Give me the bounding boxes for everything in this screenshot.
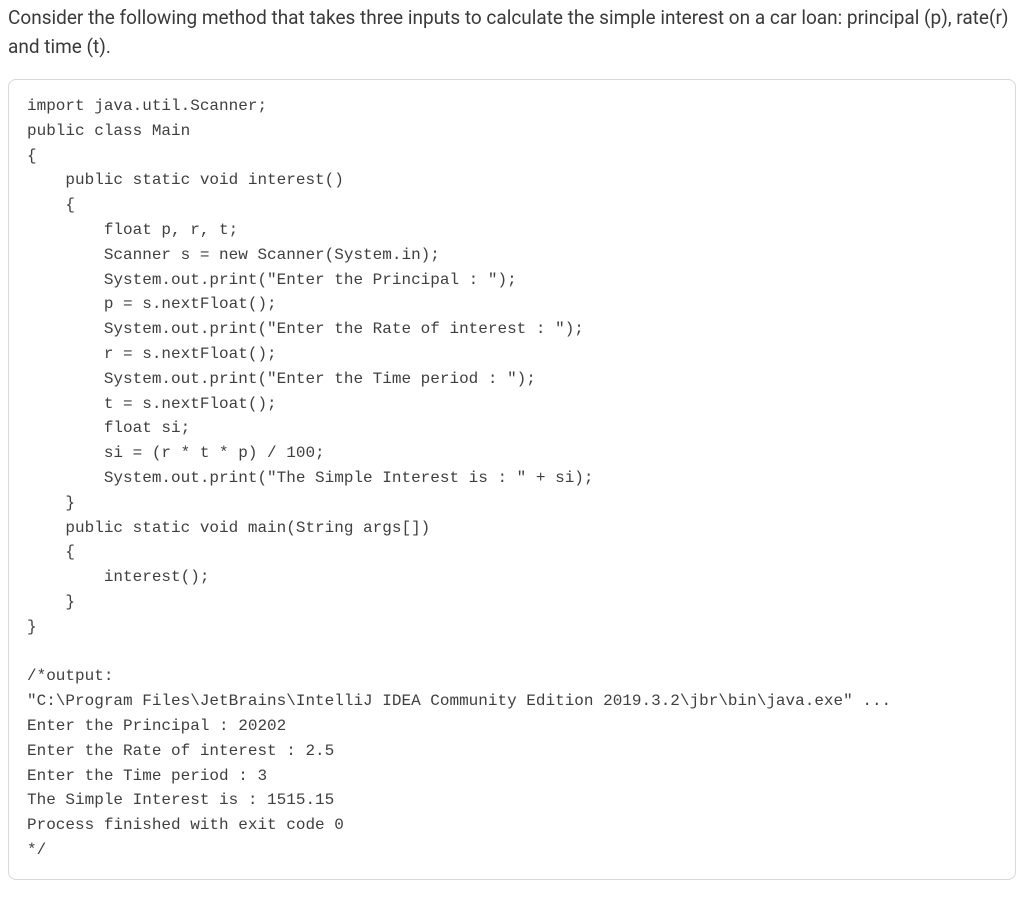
code-line: r = s.nextFloat(); <box>27 345 277 363</box>
page-content: Consider the following method that takes… <box>0 4 1024 892</box>
code-line: } <box>27 618 37 636</box>
code-line: Scanner s = new Scanner(System.in); <box>27 246 440 264</box>
code-line: */ <box>27 841 46 859</box>
code-line: } <box>27 593 75 611</box>
code-card: import java.util.Scanner; public class M… <box>8 79 1016 880</box>
code-block: import java.util.Scanner; public class M… <box>27 94 997 863</box>
code-line: System.out.print("Enter the Principal : … <box>27 271 517 289</box>
code-line: Enter the Rate of interest : 2.5 <box>27 742 334 760</box>
code-line: } <box>27 494 75 512</box>
code-line: { <box>27 543 75 561</box>
code-line: Process finished with exit code 0 <box>27 816 344 834</box>
code-line: System.out.print("Enter the Rate of inte… <box>27 320 584 338</box>
code-line: Enter the Principal : 20202 <box>27 717 286 735</box>
code-line: import java.util.Scanner; <box>27 97 267 115</box>
code-line: interest(); <box>27 568 209 586</box>
code-line: t = s.nextFloat(); <box>27 395 277 413</box>
code-line: p = s.nextFloat(); <box>27 295 277 313</box>
code-line: { <box>27 147 37 165</box>
code-line: public static void main(String args[]) <box>27 519 430 537</box>
code-line: System.out.print("The Simple Interest is… <box>27 469 594 487</box>
code-line: public static void interest() <box>27 171 344 189</box>
code-line: The Simple Interest is : 1515.15 <box>27 791 334 809</box>
code-line: /*output: <box>27 667 113 685</box>
code-line: { <box>27 196 75 214</box>
code-line: System.out.print("Enter the Time period … <box>27 370 536 388</box>
code-line: si = (r * t * p) / 100; <box>27 444 325 462</box>
intro-paragraph: Consider the following method that takes… <box>8 4 1016 61</box>
code-line: float si; <box>27 419 190 437</box>
code-line: public class Main <box>27 122 190 140</box>
code-line: float p, r, t; <box>27 221 238 239</box>
code-line: "C:\Program Files\JetBrains\IntelliJ IDE… <box>27 692 891 710</box>
code-line: Enter the Time period : 3 <box>27 767 267 785</box>
